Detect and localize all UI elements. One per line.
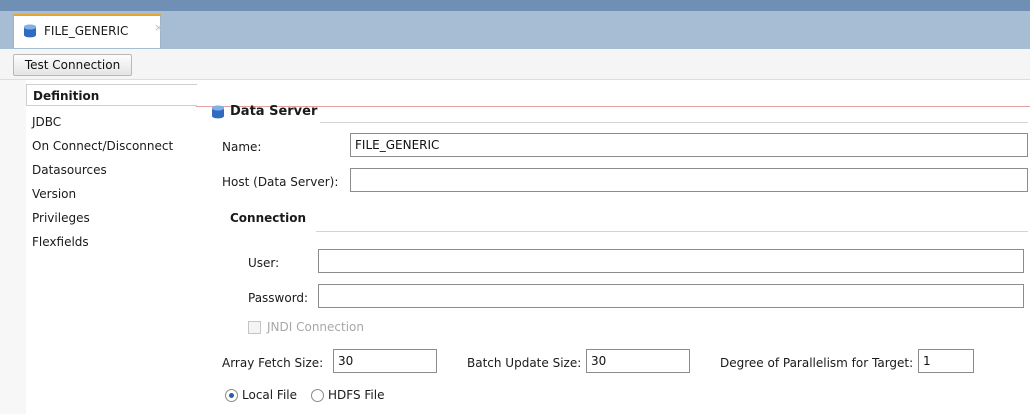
- tab-label: FILE_GENERIC: [44, 24, 129, 38]
- nav-item-on-connect-disconnect[interactable]: On Connect/Disconnect: [26, 135, 197, 157]
- parallelism-field[interactable]: [918, 349, 974, 373]
- host-field[interactable]: [350, 168, 1028, 192]
- radio-selected-dot: [229, 393, 234, 398]
- nav-divider: [196, 106, 1030, 107]
- batch-update-size-label: Batch Update Size:: [467, 356, 582, 370]
- connection-rule: [316, 231, 1028, 232]
- database-icon: [24, 24, 36, 38]
- window-top-band: [0, 0, 1030, 11]
- toolbar: Test Connection: [0, 49, 1030, 80]
- parallelism-label: Degree of Parallelism for Target:: [720, 356, 914, 370]
- data-server-icon: [212, 105, 224, 119]
- nav-item-version[interactable]: Version: [26, 183, 197, 205]
- array-fetch-size-field[interactable]: [333, 349, 437, 373]
- tab-file-generic[interactable]: FILE_GENERIC ×: [13, 14, 163, 48]
- definition-nav: Definition JDBC On Connect/Disconnect Da…: [26, 84, 197, 414]
- jndi-connection-checkbox[interactable]: [248, 321, 261, 334]
- nav-item-jdbc[interactable]: JDBC: [26, 111, 197, 133]
- editor-tab-bar: FILE_GENERIC ×: [0, 11, 1030, 49]
- password-label: Password:: [248, 291, 309, 305]
- user-label: User:: [248, 256, 280, 270]
- close-icon[interactable]: ×: [154, 22, 163, 34]
- test-connection-button[interactable]: Test Connection: [13, 54, 132, 76]
- nav-item-definition[interactable]: Definition: [26, 84, 197, 106]
- host-label: Host (Data Server):: [222, 175, 339, 189]
- hdfs-file-radio[interactable]: [311, 389, 324, 402]
- local-file-label: Local File: [242, 388, 297, 402]
- nav-item-privileges[interactable]: Privileges: [26, 207, 197, 229]
- section-title-data-server: Data Server: [230, 104, 318, 119]
- password-field[interactable]: [318, 284, 1024, 308]
- hdfs-file-label: HDFS File: [328, 388, 385, 402]
- local-file-radio[interactable]: [225, 389, 238, 402]
- nav-item-datasources[interactable]: Datasources: [26, 159, 197, 181]
- name-label: Name:: [222, 140, 262, 154]
- jndi-connection-label: JNDI Connection: [267, 320, 365, 334]
- nav-item-flexfields[interactable]: Flexfields: [26, 231, 197, 253]
- user-field[interactable]: [318, 249, 1024, 273]
- batch-update-size-field[interactable]: [586, 349, 690, 373]
- section-rule: [320, 122, 1028, 123]
- connection-heading: Connection: [230, 211, 307, 225]
- array-fetch-size-label: Array Fetch Size:: [222, 356, 324, 370]
- left-gutter: [0, 80, 26, 414]
- name-field[interactable]: [350, 133, 1028, 157]
